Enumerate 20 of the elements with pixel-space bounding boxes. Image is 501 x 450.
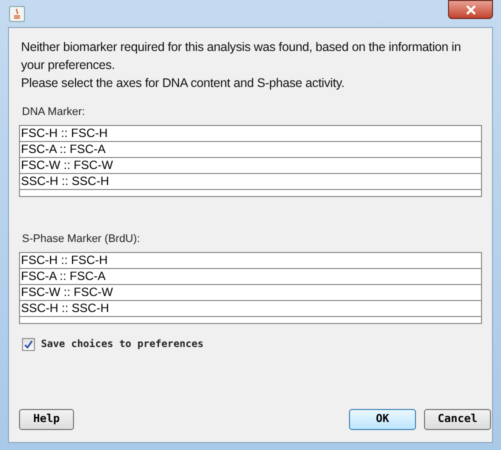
list-item[interactable]: FSC-W :: FSC-W: [20, 158, 481, 174]
list-label: DNA Marker:: [22, 106, 85, 119]
checkbox-label: Save choices to preferences: [41, 338, 204, 352]
list-item[interactable]: SSC-H :: SSC-H: [20, 301, 481, 317]
message-text: Please select the axes for DNA content and S-phase activity.: [21, 75, 346, 92]
message-text: Neither biomarker required for this analysis was found, based on the information in your preferences.: [21, 39, 462, 74]
list-item[interactable]: SSC-H :: SSC-H: [20, 174, 481, 190]
ok-button[interactable]: OK: [349, 409, 416, 430]
list-item[interactable]: FSC-H :: FSC-H: [20, 126, 481, 142]
list-item[interactable]: FSC-A :: FSC-A: [20, 142, 481, 158]
list-item[interactable]: FSC-W :: FSC-W: [20, 285, 481, 301]
cancel-button[interactable]: Cancel: [424, 409, 491, 430]
save-checkbox[interactable]: [22, 338, 35, 351]
close-button[interactable]: [448, 0, 493, 19]
list-label: S-Phase Marker (BrdU):: [22, 233, 140, 246]
java-icon: [9, 6, 25, 22]
close-icon: [464, 4, 476, 14]
help-button[interactable]: Help: [19, 409, 74, 430]
list-item[interactable]: FSC-A :: FSC-A: [20, 269, 481, 285]
list-item[interactable]: FSC-H :: FSC-H: [20, 253, 481, 269]
